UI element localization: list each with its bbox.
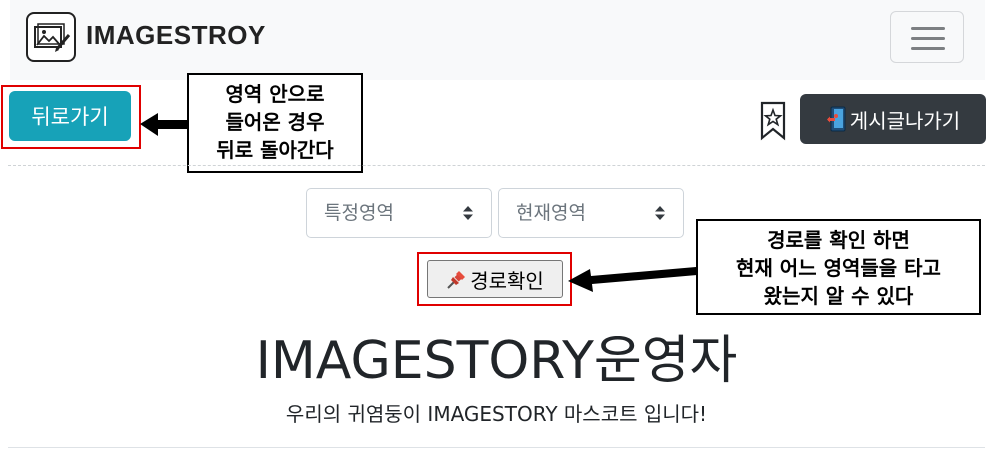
- profile-description: 우리의 귀염둥이 IMAGESTORY 마스코트 입니다!: [285, 402, 708, 426]
- annotation-arrow-route: [568, 267, 697, 292]
- current-area-value: 현재영역: [516, 202, 586, 224]
- brand-name[interactable]: IMAGESTROY: [86, 20, 266, 51]
- route-check-label: 경로확인: [470, 268, 544, 293]
- board-exit-label: 게시글나가기: [849, 108, 961, 133]
- menu-bar: [911, 37, 945, 40]
- callout-line: 경로를 확인 하면: [767, 228, 910, 252]
- route-check-button[interactable]: 경로확인: [427, 260, 563, 298]
- callout-line: 영역 안으로: [225, 82, 325, 106]
- bottom-divider: [8, 447, 985, 448]
- callout-line: 현재 어느 영역들을 타고: [736, 256, 941, 280]
- annotation-callout-back: 영역 안으로 들어온 경우 뒤로 돌아간다: [187, 73, 363, 173]
- back-button[interactable]: 뒤로가기: [9, 91, 131, 141]
- callout-line: 뒤로 돌아간다: [216, 138, 334, 162]
- specific-area-value: 특정영역: [324, 202, 394, 224]
- navbar: IMAGESTROY: [10, 0, 985, 80]
- pushpin-icon: [446, 268, 468, 290]
- section-divider: [8, 165, 985, 166]
- hamburger-menu-icon[interactable]: [890, 11, 964, 63]
- annotation-callout-route: 경로를 확인 하면 현재 어느 영역들을 타고 왔는지 알 수 있다: [696, 219, 981, 315]
- image-pencil-icon[interactable]: [26, 12, 76, 62]
- menu-bar: [911, 27, 945, 30]
- chevron-updown-icon: [463, 206, 473, 220]
- callout-line: 들어온 경우: [225, 110, 325, 134]
- specific-area-select[interactable]: 특정영역: [306, 188, 492, 238]
- board-exit-button[interactable]: 게시글나가기: [800, 94, 986, 144]
- annotation-arrow-back: [140, 113, 188, 136]
- bookmark-star-icon[interactable]: [760, 101, 786, 141]
- profile-title: IMAGESTORY운영자: [255, 331, 738, 391]
- door-exit-icon: [826, 106, 848, 132]
- menu-bar: [911, 47, 945, 50]
- callout-line: 왔는지 알 수 있다: [763, 284, 914, 308]
- current-area-select[interactable]: 현재영역: [498, 188, 684, 238]
- chevron-updown-icon: [655, 206, 665, 220]
